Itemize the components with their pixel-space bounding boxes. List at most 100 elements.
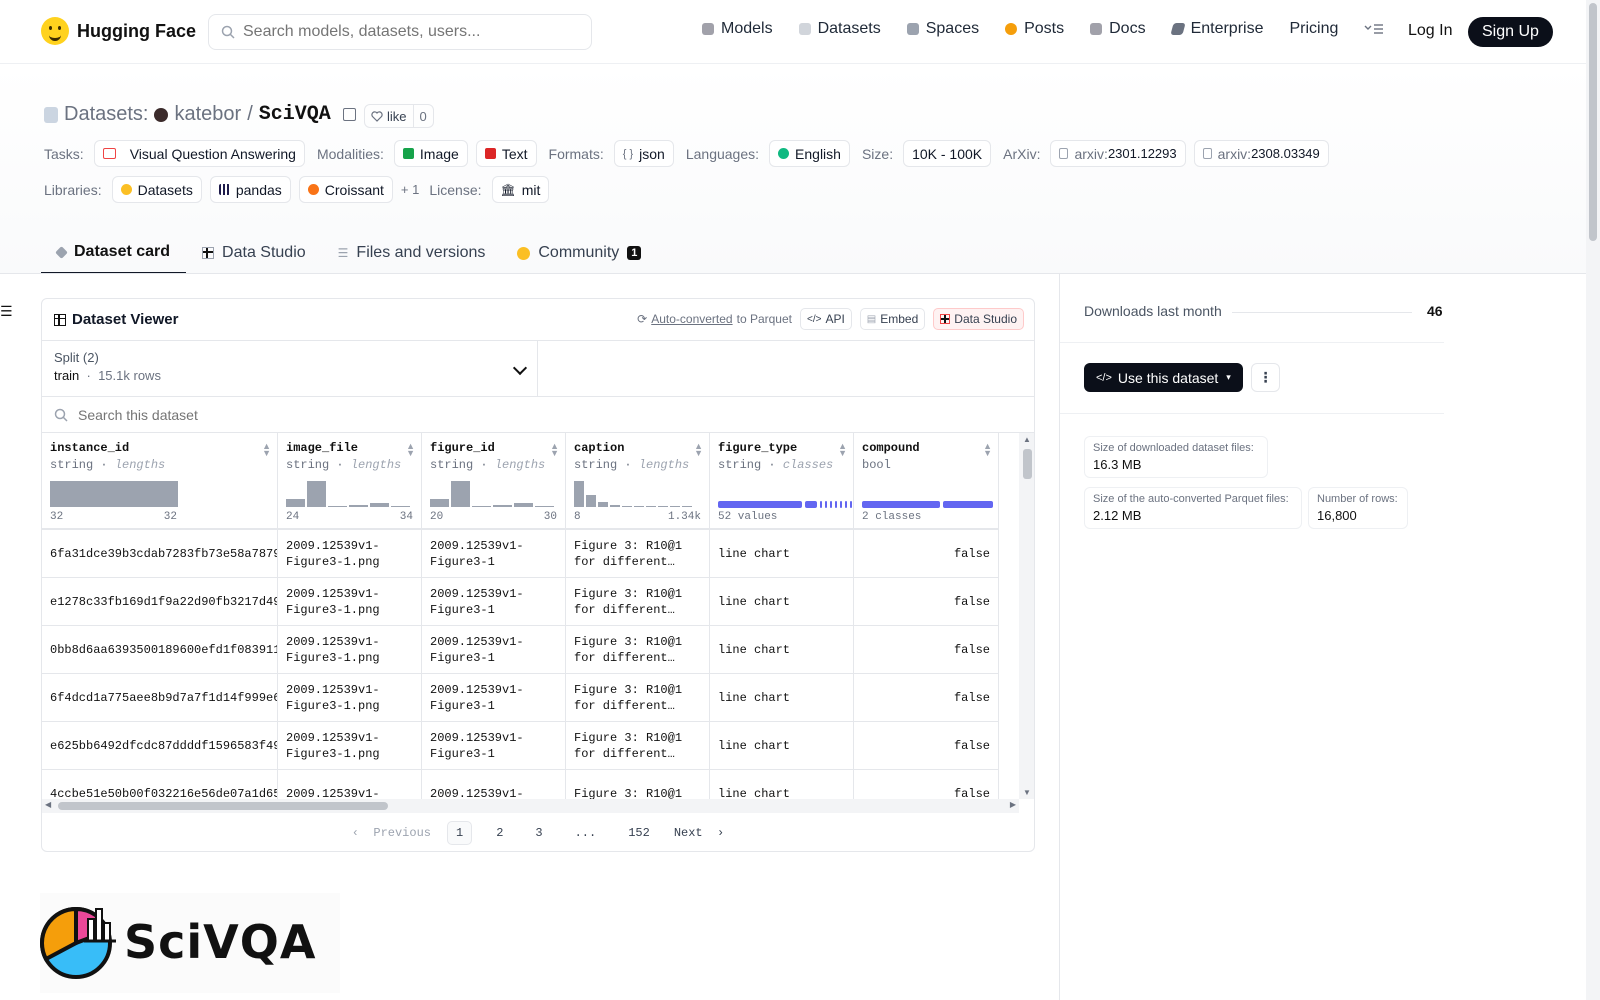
- split-select[interactable]: Split (2) train · 15.1k rows: [42, 341, 538, 397]
- table-cell[interactable]: false: [854, 578, 999, 626]
- nav-pricing[interactable]: Pricing: [1289, 20, 1338, 38]
- table-cell[interactable]: 6fa31dce39b3cdab7283fb73e58a7879: [42, 530, 278, 578]
- scroll-up-icon[interactable]: ▲: [1023, 435, 1031, 444]
- table-cell[interactable]: 2009.12539v1- Figure3-1: [422, 674, 566, 722]
- hf-logo[interactable]: Hugging Face: [41, 17, 196, 45]
- table-cell[interactable]: Figure 3: R10@1 for different…: [566, 674, 710, 722]
- table-cell[interactable]: 2009.12539v1- Figure3-1: [422, 722, 566, 770]
- table-cell[interactable]: Figure 3: R10@1 for different…: [566, 626, 710, 674]
- page-scrollbar[interactable]: [1586, 0, 1600, 1000]
- nav-datasets[interactable]: Datasets: [798, 20, 881, 38]
- table-row[interactable]: 0bb8d6aa6393500189600efd1f083911 2009.125…: [42, 626, 999, 674]
- table-cell[interactable]: Figure 3: R10@1: [566, 770, 710, 799]
- table-cell[interactable]: line chart: [710, 770, 854, 799]
- table-cell[interactable]: line chart: [710, 578, 854, 626]
- scroll-down-icon[interactable]: ▼: [1023, 788, 1031, 797]
- nav-models[interactable]: Models: [702, 20, 773, 38]
- dataset-search-input[interactable]: [78, 406, 478, 423]
- tab-community[interactable]: Community 1: [501, 232, 657, 274]
- table-cell[interactable]: line chart: [710, 626, 854, 674]
- more-options-button[interactable]: ⋮: [1251, 363, 1280, 392]
- table-cell[interactable]: false: [854, 626, 999, 674]
- library-datasets-tag[interactable]: Datasets: [111, 176, 202, 203]
- table-cell[interactable]: 2009.12539v1- Figure3-1.png: [278, 722, 422, 770]
- table-horizontal-scrollbar[interactable]: ◀ ▶: [42, 799, 1019, 813]
- toc-toggle-icon[interactable]: ☰: [0, 303, 13, 320]
- table-row[interactable]: e1278c33fb169d1f9a22d90fb3217d49 2009.125…: [42, 578, 999, 626]
- scroll-right-icon[interactable]: ▶: [1010, 800, 1016, 809]
- next-button[interactable]: Next ›: [674, 826, 724, 840]
- dataset-search[interactable]: [42, 397, 1034, 433]
- nav-more[interactable]: [1364, 22, 1384, 36]
- table-cell[interactable]: 2009.12539v1- Figure3-1: [422, 626, 566, 674]
- use-dataset-button[interactable]: </> Use this dataset ▾: [1084, 363, 1243, 392]
- page-scroll-thumb[interactable]: [1589, 3, 1597, 241]
- library-croissant-tag[interactable]: Croissant: [298, 176, 393, 203]
- table-cell[interactable]: line chart: [710, 674, 854, 722]
- arxiv-tag-2[interactable]: arxiv: 2308.03349: [1193, 140, 1329, 167]
- table-cell[interactable]: 2009.12539v1- Figure3-1.png: [278, 674, 422, 722]
- page-2[interactable]: 2: [488, 822, 511, 844]
- table-vertical-scrollbar[interactable]: ▲ ▼: [1019, 433, 1034, 799]
- language-tag[interactable]: English: [769, 140, 850, 167]
- table-cell[interactable]: line chart: [710, 722, 854, 770]
- login-link[interactable]: Log In: [1408, 22, 1452, 40]
- table-cell[interactable]: 2009.12539v1- Figure3-1: [422, 530, 566, 578]
- embed-button[interactable]: ▤ Embed: [859, 308, 926, 330]
- page-3[interactable]: 3: [527, 822, 550, 844]
- table-cell[interactable]: false: [854, 674, 999, 722]
- signup-button[interactable]: Sign Up: [1468, 17, 1553, 47]
- table-cell[interactable]: 2009.12539v1-: [278, 770, 422, 799]
- nav-docs[interactable]: Docs: [1090, 20, 1146, 38]
- table-cell[interactable]: false: [854, 722, 999, 770]
- table-cell[interactable]: 2009.12539v1- Figure3-1.png: [278, 626, 422, 674]
- page-last[interactable]: 152: [620, 822, 658, 844]
- table-cell[interactable]: e625bb6492dfcdc87ddddf1596583f49: [42, 722, 278, 770]
- table-cell[interactable]: Figure 3: R10@1 for different…: [566, 722, 710, 770]
- nav-posts[interactable]: Posts: [1005, 20, 1064, 38]
- global-search[interactable]: [208, 14, 592, 50]
- task-tag[interactable]: Visual Question Answering: [93, 140, 305, 167]
- table-cell[interactable]: e1278c33fb169d1f9a22d90fb3217d49: [42, 578, 278, 626]
- arxiv-tag-1[interactable]: arxiv: 2301.12293: [1050, 140, 1186, 167]
- library-pandas-tag[interactable]: pandas: [209, 176, 291, 203]
- table-row[interactable]: 6fa31dce39b3cdab7283fb73e58a7879 2009.125…: [42, 530, 999, 578]
- format-tag[interactable]: { } json: [613, 140, 674, 167]
- table-cell[interactable]: 0bb8d6aa6393500189600efd1f083911: [42, 626, 278, 674]
- breadcrumb-owner[interactable]: katebor: [174, 103, 241, 126]
- table-row[interactable]: 4ccbe51e50b00f032216e56de07a1d65 2009.125…: [42, 770, 999, 799]
- table-cell[interactable]: line chart: [710, 530, 854, 578]
- table-cell[interactable]: false: [854, 770, 999, 799]
- repo-name[interactable]: SciVQA: [259, 103, 331, 126]
- search-input[interactable]: [243, 23, 563, 41]
- table-row[interactable]: e625bb6492dfcdc87ddddf1596583f49 2009.125…: [42, 722, 999, 770]
- scroll-thumb[interactable]: [58, 802, 388, 810]
- table-cell[interactable]: Figure 3: R10@1 for different…: [566, 530, 710, 578]
- data-studio-button[interactable]: Data Studio: [933, 308, 1024, 330]
- table-cell[interactable]: 6f4dcd1a775aee8b9d7a7f1d14f999e6: [42, 674, 278, 722]
- copy-icon[interactable]: [342, 108, 356, 121]
- license-tag[interactable]: 🏛 mit: [491, 176, 550, 203]
- tab-files[interactable]: ☰ Files and versions: [322, 232, 502, 274]
- scroll-left-icon[interactable]: ◀: [45, 800, 51, 809]
- size-tag[interactable]: 10K - 100K: [903, 140, 992, 167]
- tab-dataset-card[interactable]: Dataset card: [41, 232, 187, 274]
- nav-spaces[interactable]: Spaces: [906, 20, 979, 38]
- table-cell[interactable]: 2009.12539v1-: [422, 770, 566, 799]
- nav-enterprise[interactable]: Enterprise: [1169, 20, 1263, 38]
- table-cell[interactable]: false: [854, 530, 999, 578]
- table-cell[interactable]: 4ccbe51e50b00f032216e56de07a1d65: [42, 770, 278, 799]
- modality-text-tag[interactable]: Text: [475, 140, 537, 167]
- modality-image-tag[interactable]: Image: [393, 140, 468, 167]
- page-1[interactable]: 1: [446, 821, 473, 845]
- table-row[interactable]: 6f4dcd1a775aee8b9d7a7f1d14f999e6 2009.125…: [42, 674, 999, 722]
- table-cell[interactable]: Figure 3: R10@1 for different…: [566, 578, 710, 626]
- table-cell[interactable]: 2009.12539v1- Figure3-1.png: [278, 578, 422, 626]
- scroll-thumb[interactable]: [1023, 449, 1032, 479]
- table-cell[interactable]: 2009.12539v1- Figure3-1: [422, 578, 566, 626]
- auto-converted-link[interactable]: Auto-converted: [651, 312, 732, 326]
- api-button[interactable]: </> API: [799, 308, 852, 330]
- more-libraries[interactable]: + 1: [401, 182, 419, 197]
- like-button[interactable]: like 0: [364, 104, 434, 128]
- tab-data-studio[interactable]: Data Studio: [186, 232, 322, 274]
